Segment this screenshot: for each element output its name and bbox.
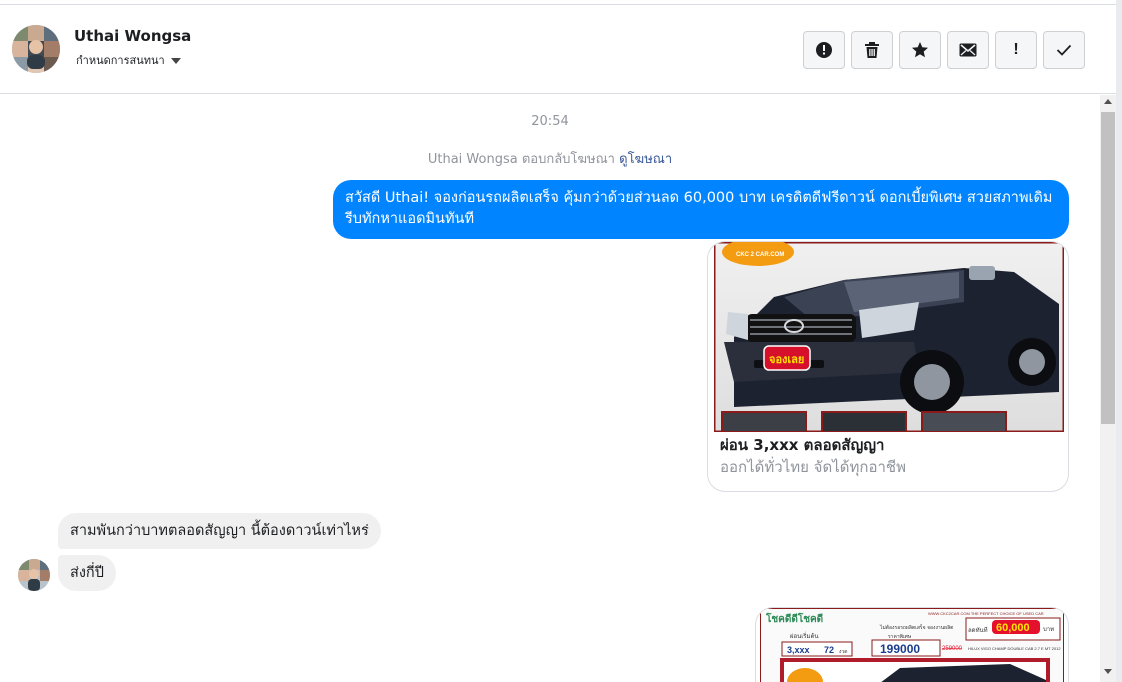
ad2-discount-label: ลดทันที bbox=[968, 626, 988, 634]
thread-scrollbar[interactable] bbox=[1100, 95, 1116, 682]
outgoing-message-bubble: สวัสดี Uthai! จองก่อนรถผลิตเสร็จ คุ้มกว่… bbox=[333, 180, 1069, 239]
ad2-discount-unit: บาท bbox=[1043, 626, 1054, 633]
ad-reply-text: Uthai Wongsa ตอบกลับโฆษณา bbox=[427, 152, 615, 167]
conversation-header: Uthai Wongsa กำหนดการสนทนา ! bbox=[0, 5, 1116, 94]
ad2-start-label: ผ่อนเริ่มต้น bbox=[790, 632, 818, 640]
scroll-up-arrow-icon[interactable] bbox=[1104, 99, 1112, 104]
envelope-icon bbox=[959, 43, 977, 57]
message-timestamp: 20:54 bbox=[531, 114, 569, 129]
svg-text:CKC 2 CAR.COM: CKC 2 CAR.COM bbox=[736, 252, 784, 258]
view-ad-link[interactable]: ดูโฆษณา bbox=[619, 152, 672, 167]
ad2-header-text: โชคดีดีโชคดี bbox=[765, 612, 823, 625]
alert-circle-icon bbox=[816, 42, 832, 58]
ad2-model-text: HILUX VIGO CHAMP DOUBLE CAB 2.7 E MT 201… bbox=[968, 646, 1061, 651]
delete-button[interactable] bbox=[851, 31, 893, 69]
mark-done-button[interactable] bbox=[1043, 31, 1085, 69]
ad-card-2-image: โชคดีดีโชคดี WWW.CKC2CAR.COM THE PERFECT… bbox=[760, 608, 1064, 682]
trash-icon bbox=[865, 42, 879, 58]
ad-card-title: ผ่อน 3,xxx ตลอดสัญญา bbox=[720, 436, 885, 454]
ad2-term: 72 bbox=[824, 645, 834, 655]
message-thread[interactable]: 20:54 Uthai Wongsa ตอบกลับโฆษณา ดูโฆษณา … bbox=[0, 95, 1100, 682]
ad2-installment: 3,xxx bbox=[787, 645, 810, 655]
svg-text:จองเลย: จองเลย bbox=[769, 353, 804, 366]
ad-card-subtitle: ออกได้ทั่วไทย จัดได้ทุกอาชีพ bbox=[720, 458, 906, 476]
ad-card-image: CKC 2 CAR.COM จองเลย bbox=[714, 242, 1064, 432]
ad-card[interactable]: CKC 2 CAR.COM จองเลย ผ่อน 3,xxx ตลอดสัญญ… bbox=[707, 241, 1069, 492]
ad-card-2[interactable]: โชคดีดีโชคดี WWW.CKC2CAR.COM THE PERFECT… bbox=[755, 607, 1069, 682]
exclamation-icon: ! bbox=[1013, 41, 1019, 58]
ad2-site-text: WWW.CKC2CAR.COM THE PERFECT CHOICE OF US… bbox=[928, 611, 1044, 616]
caret-down-icon bbox=[170, 57, 181, 64]
contact-avatar[interactable] bbox=[12, 25, 60, 73]
ad2-old-price: 259000 bbox=[942, 646, 963, 652]
scrollbar-thumb[interactable] bbox=[1101, 112, 1115, 424]
star-button[interactable] bbox=[899, 31, 941, 69]
ad2-term-unit: งวด bbox=[839, 649, 848, 655]
sender-avatar bbox=[18, 559, 50, 591]
incoming-message-bubble: สามพันกว่าบาทตลอดสัญญา นี้ต้องดาวน์เท่าไ… bbox=[58, 513, 381, 549]
ad2-price-label: ราคาพิเศษ bbox=[888, 633, 912, 640]
scroll-down-arrow-icon[interactable] bbox=[1104, 669, 1112, 674]
check-icon bbox=[1056, 44, 1072, 56]
window-edge bbox=[1116, 0, 1122, 682]
incoming-message-bubble: ส่งกี่ปี bbox=[58, 555, 116, 591]
assign-conversation-dropdown[interactable]: กำหนดการสนทนา bbox=[76, 51, 181, 69]
ad2-discount-value: 60,000 bbox=[996, 622, 1030, 634]
conversation-toolbar: ! bbox=[803, 31, 1085, 69]
ad2-price: 199000 bbox=[880, 642, 920, 656]
star-icon bbox=[912, 42, 928, 58]
mark-unread-button[interactable] bbox=[947, 31, 989, 69]
inbox-conversation-view: Uthai Wongsa กำหนดการสนทนา ! 20:54 Uthai… bbox=[0, 0, 1122, 682]
contact-name[interactable]: Uthai Wongsa bbox=[74, 27, 191, 45]
ad2-promo-line: ไม่ต้องรอรถผลิตเสร็จ จองงานผลิต bbox=[879, 623, 953, 631]
assign-label: กำหนดการสนทนา bbox=[76, 54, 165, 67]
mark-spam-button[interactable] bbox=[803, 31, 845, 69]
ad-reply-notice: Uthai Wongsa ตอบกลับโฆษณา ดูโฆษณา bbox=[0, 148, 1100, 169]
follow-up-button[interactable]: ! bbox=[995, 31, 1037, 69]
